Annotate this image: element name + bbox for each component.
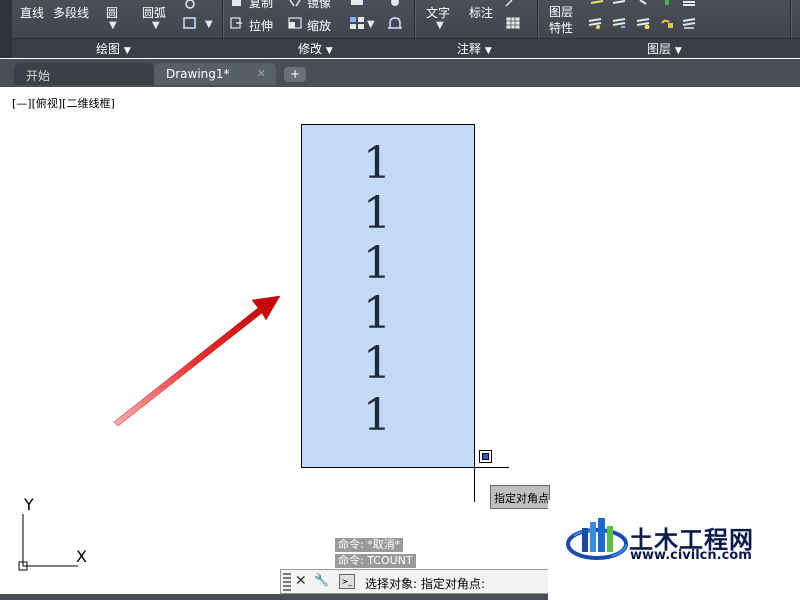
array-icon[interactable] bbox=[388, 0, 402, 12]
tab-label: Drawing1* bbox=[166, 67, 230, 81]
text-item[interactable]: 1 bbox=[363, 192, 391, 236]
rectangle-icon[interactable] bbox=[183, 17, 197, 29]
text-item[interactable]: 1 bbox=[363, 342, 391, 386]
dynamic-input-tooltip: 指定对角点 bbox=[490, 485, 550, 509]
layer-tool-icon[interactable] bbox=[590, 0, 604, 12]
draw-panel-label: 绘图 bbox=[96, 42, 121, 56]
stretch-icon bbox=[230, 17, 242, 29]
chevron-down-icon: ▼ bbox=[484, 46, 492, 56]
command-line[interactable]: ✕ 🔧 >_ 选择对象: 指定对角点: bbox=[280, 569, 550, 594]
annotate-panel-title[interactable]: 注释 ▼ bbox=[457, 40, 492, 57]
chevron-down-icon: ▼ bbox=[325, 46, 333, 56]
ribbon: 直线 多段线 圆 ▼ 圆弧 ▼ ▼ 复制 镜像 拉伸 缩放 ▼ 文字 ▼ 标注 … bbox=[0, 0, 800, 58]
command-input[interactable]: 选择对象: 指定对角点: bbox=[365, 575, 485, 592]
offset-icon[interactable] bbox=[388, 17, 402, 29]
text-item[interactable]: 1 bbox=[363, 142, 391, 186]
layers-panel-title[interactable]: 图层 ▼ bbox=[647, 40, 682, 57]
close-icon[interactable]: ✕ bbox=[257, 67, 266, 80]
layer-stack-icon[interactable] bbox=[682, 17, 696, 29]
layer-stack-icon[interactable] bbox=[588, 17, 602, 29]
layer-tool-icon[interactable] bbox=[660, 0, 674, 12]
text-item[interactable]: 1 bbox=[363, 242, 391, 286]
text-button[interactable]: 文字 bbox=[426, 4, 450, 21]
layer-stack-icon[interactable] bbox=[612, 17, 626, 29]
arc-button[interactable]: 圆弧 bbox=[142, 4, 166, 21]
layer-tool-icon[interactable] bbox=[636, 0, 650, 12]
watermark-url: www.civilcn.com bbox=[630, 548, 752, 563]
layer-tool-icon[interactable] bbox=[682, 0, 696, 12]
text-item[interactable]: 1 bbox=[363, 394, 391, 438]
tab-drawing1[interactable]: Drawing1* ✕ bbox=[154, 63, 276, 85]
mirror-icon bbox=[289, 0, 301, 7]
scale-button[interactable]: 缩放 bbox=[307, 17, 331, 34]
layer-tool-icon[interactable] bbox=[612, 0, 626, 12]
mirror-button[interactable]: 镜像 bbox=[307, 0, 331, 11]
tab-label: 开始 bbox=[26, 69, 51, 83]
text-dropdown-icon[interactable]: ▼ bbox=[436, 20, 444, 31]
rotate-icon[interactable] bbox=[183, 0, 197, 12]
layer-stack-icon[interactable] bbox=[636, 17, 650, 29]
draw-panel-title[interactable]: 绘图 ▼ bbox=[96, 40, 131, 57]
command-history-line: 命令: TCOUNT bbox=[335, 554, 416, 568]
dimension-button[interactable]: 标注 bbox=[469, 4, 493, 21]
close-icon[interactable]: ✕ bbox=[295, 573, 307, 589]
command-history-line: 命令: *取消* bbox=[335, 538, 404, 552]
new-tab-button[interactable]: + bbox=[284, 67, 306, 82]
crosshair-vertical bbox=[474, 467, 475, 502]
layer-properties-label[interactable]: 特性 bbox=[549, 19, 573, 36]
stretch-button[interactable]: 拉伸 bbox=[249, 17, 273, 34]
array-grid-icon[interactable] bbox=[350, 17, 364, 29]
fillet-icon[interactable] bbox=[350, 0, 364, 12]
layer-properties-button[interactable]: 图层 bbox=[549, 3, 573, 20]
circle-button[interactable]: 圆 bbox=[106, 4, 118, 21]
arc-dropdown-icon[interactable]: ▼ bbox=[152, 20, 160, 31]
ucs-y-label: Y bbox=[24, 495, 34, 514]
leader-icon[interactable] bbox=[505, 0, 519, 12]
layer-lock-icon[interactable] bbox=[660, 17, 674, 29]
modify-panel-label: 修改 bbox=[298, 42, 323, 56]
circle-dropdown-icon[interactable]: ▼ bbox=[109, 20, 117, 31]
annotate-panel-label: 注释 bbox=[457, 42, 482, 56]
copy-button[interactable]: 复制 bbox=[249, 0, 273, 11]
line-button[interactable]: 直线 bbox=[20, 4, 44, 21]
layers-panel-label: 图层 bbox=[647, 42, 672, 56]
modify-panel-title[interactable]: 修改 ▼ bbox=[298, 40, 333, 57]
chevron-down-icon: ▼ bbox=[674, 46, 682, 56]
text-item[interactable]: 1 bbox=[363, 292, 391, 336]
ribbon-left-bar bbox=[0, 0, 12, 58]
crosshair-horizontal bbox=[475, 467, 509, 468]
polyline-button[interactable]: 多段线 bbox=[53, 4, 89, 21]
table-icon[interactable] bbox=[506, 17, 520, 29]
prompt-icon[interactable]: >_ bbox=[339, 574, 355, 589]
rectangle-dropdown-icon[interactable]: ▼ bbox=[205, 19, 213, 30]
ucs-x-label: X bbox=[76, 547, 87, 566]
command-line-grip-handle[interactable] bbox=[283, 573, 291, 591]
scale-icon bbox=[288, 17, 302, 29]
array-dropdown-icon[interactable]: ▼ bbox=[367, 19, 375, 30]
copy-icon bbox=[232, 0, 241, 6]
viewport-controls[interactable]: [—][俯视][二维线框] bbox=[12, 95, 115, 111]
cursor-pickbox-icon bbox=[479, 450, 492, 463]
wrench-icon[interactable]: 🔧 bbox=[314, 573, 329, 587]
chevron-down-icon: ▼ bbox=[123, 46, 131, 56]
watermark-logo-icon bbox=[566, 518, 628, 560]
tab-start[interactable]: 开始 bbox=[14, 63, 154, 85]
